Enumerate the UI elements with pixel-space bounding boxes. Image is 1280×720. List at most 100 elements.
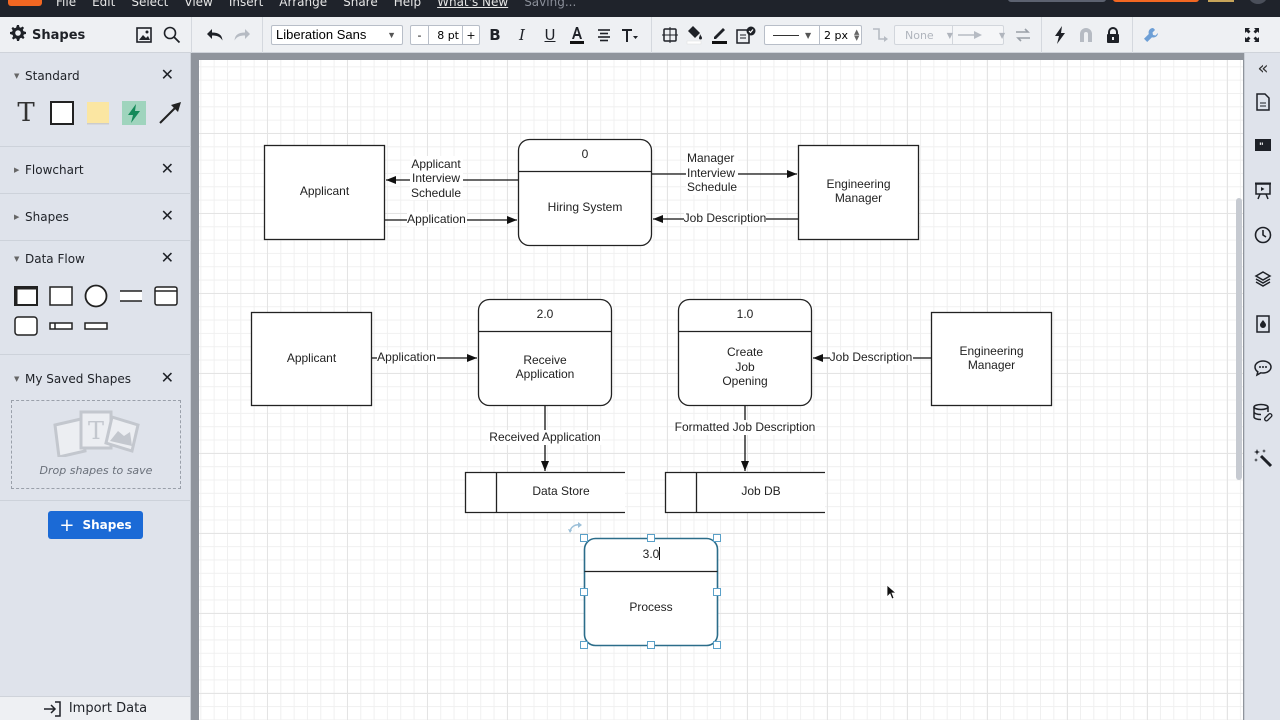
swap-icon[interactable] — [1012, 17, 1034, 53]
image-icon[interactable] — [134, 17, 154, 53]
toolbar-divider — [651, 17, 652, 53]
menu-edit[interactable]: Edit — [92, 0, 115, 9]
menu-view[interactable]: View — [184, 0, 212, 9]
line-color-icon[interactable] — [710, 17, 730, 53]
line-width-stepper[interactable]: 2 px ▲ ▼ — [820, 26, 861, 44]
section-title: Standard — [25, 69, 80, 83]
action-shape-icon[interactable] — [122, 101, 146, 125]
close-icon[interactable]: ✕ — [161, 159, 174, 178]
action-icon[interactable] — [1050, 17, 1070, 53]
section-shapes: ▶ Shapes ✕ — [0, 194, 191, 241]
close-icon[interactable]: ✕ — [161, 65, 174, 84]
share-button[interactable] — [1113, 0, 1199, 2]
rectangle-shape-icon[interactable] — [50, 101, 74, 125]
quote-icon[interactable]: " — [1245, 131, 1280, 161]
rounded-process-shape-icon[interactable] — [14, 316, 38, 336]
saved-shapes-dropzone[interactable]: T Drop shapes to save — [11, 400, 181, 489]
open-data-store-icon[interactable] — [49, 316, 73, 336]
redo-icon[interactable] — [232, 17, 252, 53]
diagram-canvas[interactable] — [199, 60, 1243, 720]
data-store-lines-icon[interactable] — [119, 286, 143, 306]
style-icon[interactable] — [735, 17, 757, 53]
fill-color-icon[interactable] — [685, 17, 705, 53]
menu-share[interactable]: Share — [343, 0, 378, 9]
line-width-value: 2 px — [824, 28, 848, 42]
section-title: Shapes — [25, 210, 69, 224]
arrow-shape-icon[interactable] — [158, 101, 182, 125]
svg-text:T: T — [88, 417, 104, 445]
data-store-shape-icon[interactable] — [84, 316, 108, 336]
saved-shapes-placeholder-icon: T — [53, 410, 140, 457]
underline-icon[interactable]: U — [541, 17, 559, 53]
add-shapes-button[interactable]: + Shapes — [48, 511, 143, 539]
caret-down-icon: ▼ — [14, 375, 20, 383]
font-size-decrease-button[interactable]: - — [411, 26, 429, 44]
menu-file[interactable]: File — [56, 0, 76, 9]
process-box-shape-icon[interactable] — [154, 286, 178, 306]
comments-icon[interactable] — [1245, 353, 1280, 383]
present-button[interactable] — [1008, 0, 1106, 2]
page-settings-icon[interactable] — [1245, 87, 1280, 117]
font-size-value[interactable]: 8 pt — [429, 26, 463, 44]
shapes-panel-header: Shapes — [10, 17, 85, 53]
italic-icon[interactable]: I — [513, 17, 531, 53]
vertical-scrollbar[interactable] — [1236, 198, 1242, 480]
magnet-icon[interactable] — [1076, 17, 1096, 53]
align-icon[interactable] — [594, 17, 614, 53]
app-logo[interactable] — [8, 0, 42, 6]
text-color-icon[interactable] — [567, 17, 587, 53]
history-icon[interactable] — [1245, 220, 1280, 250]
font-family-select[interactable]: Liberation Sans ▼ — [271, 25, 403, 45]
waypoint-icon[interactable] — [870, 17, 890, 53]
arrow-end-icon[interactable]: ▼ — [953, 26, 1005, 44]
menu-insert[interactable]: Insert — [229, 0, 263, 9]
process-circle-shape-icon[interactable] — [84, 284, 108, 308]
wrench-icon[interactable] — [1141, 17, 1161, 53]
close-icon[interactable]: ✕ — [161, 368, 174, 387]
section-header-flowchart[interactable]: ▶ Flowchart — [14, 160, 84, 180]
close-icon[interactable]: ✕ — [161, 248, 174, 267]
font-size-stepper[interactable]: - 8 pt + — [410, 25, 480, 45]
section-header-shapes[interactable]: ▶ Shapes — [14, 207, 69, 227]
fullscreen-icon[interactable] — [1241, 17, 1263, 53]
search-icon[interactable] — [162, 17, 182, 53]
shape-options-icon[interactable] — [660, 17, 680, 53]
line-preview-icon — [773, 34, 799, 36]
data-link-icon[interactable] — [1245, 398, 1280, 428]
collapse-icon[interactable]: « — [1245, 53, 1280, 83]
bold-icon[interactable]: B — [486, 17, 504, 53]
section-header-saved-shapes[interactable]: ▼ My Saved Shapes — [14, 369, 131, 389]
arrow-start-select[interactable]: None ▼ — [895, 26, 953, 44]
notification-icon[interactable] — [1208, 0, 1234, 2]
presentation-icon[interactable] — [1245, 176, 1280, 206]
gear-icon[interactable] — [10, 25, 26, 45]
section-flowchart: ▶ Flowchart ✕ — [0, 147, 191, 194]
layers-icon[interactable] — [1245, 264, 1280, 294]
external-entity-shape-icon[interactable] — [14, 286, 38, 306]
menu-arrange[interactable]: Arrange — [279, 0, 327, 9]
section-data-flow: ▼ Data Flow ✕ — [0, 241, 191, 355]
avatar[interactable] — [1248, 0, 1268, 4]
line-style-select[interactable]: ▼ 2 px ▲ ▼ — [764, 25, 862, 45]
chevron-down-icon: ▼ — [805, 30, 812, 40]
magic-icon[interactable] — [1245, 443, 1280, 473]
line-style-dropdown[interactable]: ▼ — [765, 26, 820, 44]
theme-icon[interactable] — [1245, 309, 1280, 339]
text-options-icon[interactable] — [620, 17, 640, 53]
lock-icon[interactable] — [1103, 17, 1123, 53]
menu-help[interactable]: Help — [394, 0, 421, 9]
menu-select[interactable]: Select — [131, 0, 168, 9]
entity-shape-icon[interactable] — [49, 286, 73, 306]
arrow-style-select[interactable]: None ▼ ▼ — [894, 25, 1005, 45]
font-family-value: Liberation Sans — [276, 27, 367, 42]
font-size-increase-button[interactable]: + — [463, 26, 479, 44]
sticky-note-icon[interactable] — [86, 101, 110, 125]
import-data-button[interactable]: Import Data — [0, 696, 190, 720]
whats-new-link[interactable]: What's New — [437, 0, 508, 9]
section-header-data-flow[interactable]: ▼ Data Flow — [14, 249, 85, 269]
text-shape-icon[interactable]: T — [14, 100, 38, 126]
chevron-down-icon: ▼ — [999, 30, 1006, 40]
undo-icon[interactable] — [205, 17, 225, 53]
section-header-standard[interactable]: ▼ Standard — [14, 66, 80, 86]
close-icon[interactable]: ✕ — [161, 206, 174, 225]
